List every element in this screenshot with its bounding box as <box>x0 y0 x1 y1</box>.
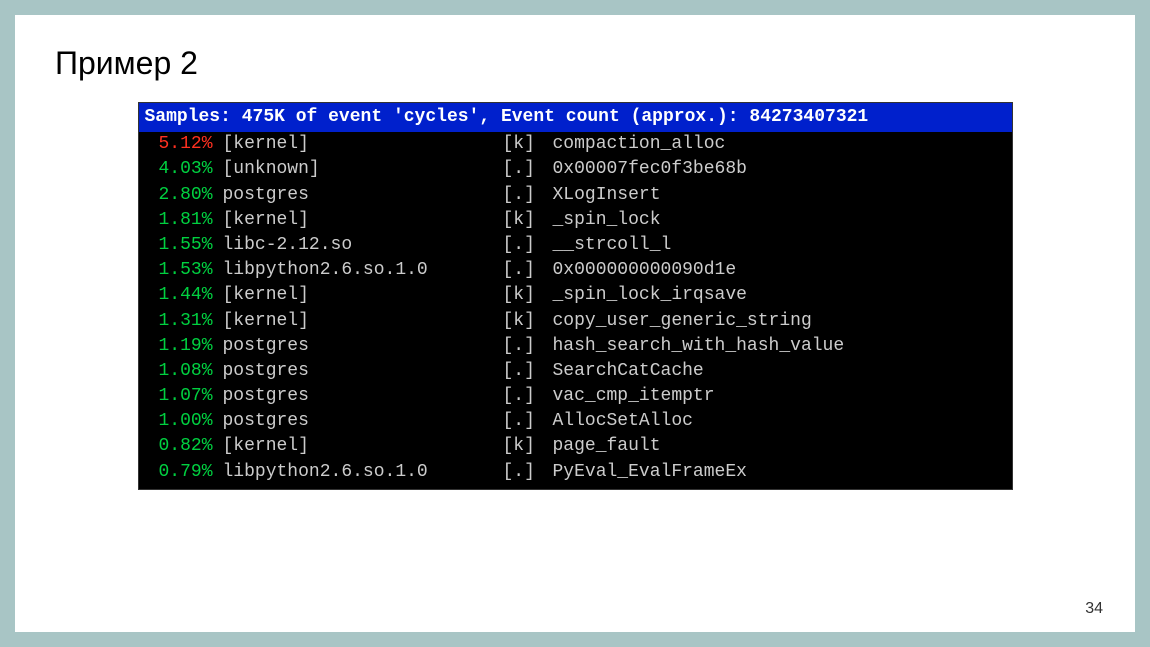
perf-row[interactable]: 1.31%[kernel][k]copy_user_generic_string <box>145 309 1006 334</box>
perf-type: [k] <box>503 132 553 157</box>
perf-type: [.] <box>503 460 553 485</box>
perf-type: [k] <box>503 309 553 334</box>
perf-row[interactable]: 1.55%libc-2.12.so[.]__strcoll_l <box>145 233 1006 258</box>
perf-object: [kernel] <box>223 132 503 157</box>
perf-overhead: 1.81% <box>145 208 223 233</box>
perf-object: [kernel] <box>223 208 503 233</box>
perf-overhead: 1.31% <box>145 309 223 334</box>
perf-object: postgres <box>223 334 503 359</box>
perf-object: libpython2.6.so.1.0 <box>223 258 503 283</box>
slide-title: Пример 2 <box>55 45 1095 82</box>
perf-overhead: 1.07% <box>145 384 223 409</box>
perf-overhead: 1.53% <box>145 258 223 283</box>
perf-symbol: __strcoll_l <box>553 233 1006 258</box>
perf-row[interactable]: 4.03%[unknown][.]0x00007fec0f3be68b <box>145 157 1006 182</box>
perf-type: [.] <box>503 409 553 434</box>
perf-terminal: Samples: 475K of event 'cycles', Event c… <box>138 102 1013 490</box>
perf-row[interactable]: 1.81%[kernel][k]_spin_lock <box>145 208 1006 233</box>
perf-row[interactable]: 5.12%[kernel][k]compaction_alloc <box>145 132 1006 157</box>
perf-symbol: SearchCatCache <box>553 359 1006 384</box>
slide: Пример 2 Samples: 475K of event 'cycles'… <box>15 15 1135 632</box>
perf-symbol: hash_search_with_hash_value <box>553 334 1006 359</box>
perf-symbol: page_fault <box>553 434 1006 459</box>
perf-row[interactable]: 1.08%postgres[.]SearchCatCache <box>145 359 1006 384</box>
perf-type: [.] <box>503 384 553 409</box>
perf-type: [k] <box>503 434 553 459</box>
perf-symbol: 0x000000000090d1e <box>553 258 1006 283</box>
perf-object: [kernel] <box>223 434 503 459</box>
perf-overhead: 1.08% <box>145 359 223 384</box>
perf-object: libc-2.12.so <box>223 233 503 258</box>
perf-object: postgres <box>223 409 503 434</box>
perf-object: libpython2.6.so.1.0 <box>223 460 503 485</box>
perf-overhead: 2.80% <box>145 183 223 208</box>
perf-symbol: AllocSetAlloc <box>553 409 1006 434</box>
perf-overhead: 1.44% <box>145 283 223 308</box>
perf-object: postgres <box>223 384 503 409</box>
perf-row[interactable]: 0.79%libpython2.6.so.1.0[.]PyEval_EvalFr… <box>145 460 1006 485</box>
perf-object: [kernel] <box>223 309 503 334</box>
perf-rows: 5.12%[kernel][k]compaction_alloc4.03%[un… <box>139 132 1012 489</box>
perf-type: [.] <box>503 334 553 359</box>
perf-overhead: 1.55% <box>145 233 223 258</box>
perf-type: [.] <box>503 233 553 258</box>
perf-type: [.] <box>503 359 553 384</box>
perf-row[interactable]: 1.44%[kernel][k]_spin_lock_irqsave <box>145 283 1006 308</box>
perf-type: [.] <box>503 258 553 283</box>
perf-overhead: 5.12% <box>145 132 223 157</box>
perf-symbol: XLogInsert <box>553 183 1006 208</box>
perf-type: [k] <box>503 283 553 308</box>
perf-row[interactable]: 1.53%libpython2.6.so.1.0[.]0x00000000009… <box>145 258 1006 283</box>
perf-type: [.] <box>503 183 553 208</box>
perf-object: postgres <box>223 183 503 208</box>
perf-overhead: 0.82% <box>145 434 223 459</box>
page-number: 34 <box>1085 600 1103 618</box>
perf-row[interactable]: 1.00%postgres[.]AllocSetAlloc <box>145 409 1006 434</box>
perf-type: [k] <box>503 208 553 233</box>
perf-object: [unknown] <box>223 157 503 182</box>
perf-object: postgres <box>223 359 503 384</box>
perf-row[interactable]: 1.19%postgres[.]hash_search_with_hash_va… <box>145 334 1006 359</box>
perf-type: [.] <box>503 157 553 182</box>
perf-symbol: _spin_lock <box>553 208 1006 233</box>
perf-symbol: copy_user_generic_string <box>553 309 1006 334</box>
perf-symbol: vac_cmp_itemptr <box>553 384 1006 409</box>
perf-row[interactable]: 0.82%[kernel][k]page_fault <box>145 434 1006 459</box>
perf-symbol: _spin_lock_irqsave <box>553 283 1006 308</box>
perf-overhead: 4.03% <box>145 157 223 182</box>
perf-overhead: 0.79% <box>145 460 223 485</box>
perf-row[interactable]: 2.80%postgres[.]XLogInsert <box>145 183 1006 208</box>
perf-row[interactable]: 1.07%postgres[.]vac_cmp_itemptr <box>145 384 1006 409</box>
perf-symbol: PyEval_EvalFrameEx <box>553 460 1006 485</box>
perf-symbol: 0x00007fec0f3be68b <box>553 157 1006 182</box>
perf-overhead: 1.19% <box>145 334 223 359</box>
perf-overhead: 1.00% <box>145 409 223 434</box>
perf-header: Samples: 475K of event 'cycles', Event c… <box>139 103 1012 132</box>
perf-object: [kernel] <box>223 283 503 308</box>
perf-symbol: compaction_alloc <box>553 132 1006 157</box>
